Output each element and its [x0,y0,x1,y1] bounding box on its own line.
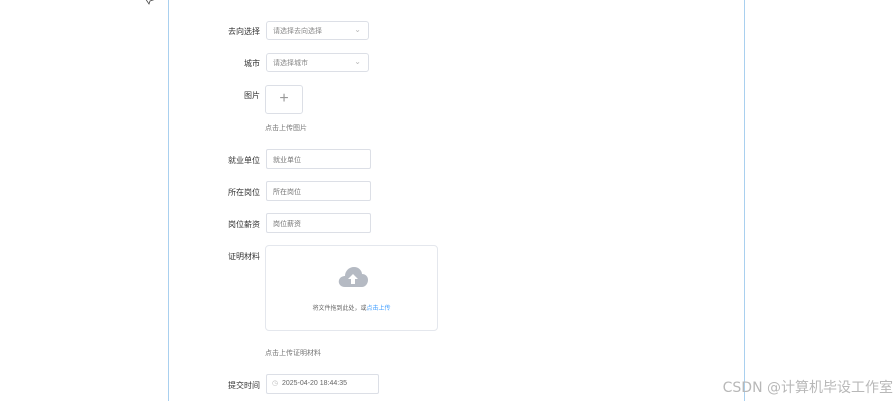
proof-label: 证明材料 [228,252,260,261]
employer-input[interactable]: 就业单位 [266,149,371,169]
image-upload-hint: 点击上传图片 [265,125,307,132]
position-input-placeholder: 所在岗位 [273,189,301,196]
proof-upload-hint: 点击上传证明材料 [265,350,321,357]
salary-input-placeholder: 岗位薪资 [273,221,301,228]
plus-icon: + [279,90,289,107]
chevron-down-icon: ⌄ [354,57,361,66]
proof-upload-dragger[interactable]: 将文件拖到此处，或点击上传 [265,245,438,331]
city-select[interactable]: 请选择城市 ⌄ [266,53,369,72]
proof-upload-link[interactable]: 点击上传 [367,306,391,312]
proof-drag-instruction: 将文件拖到此处，或 [312,306,367,312]
direction-select[interactable]: 请选择去向选择 ⌄ [266,21,369,40]
direction-label: 去向选择 [228,27,260,36]
city-label: 城市 [244,59,260,68]
direction-select-placeholder: 请选择去向选择 [273,28,322,35]
image-upload-button[interactable]: + [265,85,303,114]
salary-label: 岗位薪资 [228,220,260,229]
submit-time-value: 2025-04-20 18:44:35 [282,380,347,387]
employer-input-placeholder: 就业单位 [273,157,301,164]
position-input[interactable]: 所在岗位 [266,181,371,201]
position-label: 所在岗位 [228,188,260,197]
proof-drag-text: 将文件拖到此处，或点击上传 [266,303,437,312]
chevron-down-icon: ⌄ [354,25,361,34]
employer-label: 就业单位 [228,156,260,165]
frame-right-border [744,0,745,401]
image-label: 图片 [244,91,260,100]
city-select-placeholder: 请选择城市 [273,60,308,67]
submit-time-label: 提交时间 [228,381,260,390]
submit-time-datepicker[interactable]: ◷ 2025-04-20 18:44:35 [266,374,379,394]
clock-icon: ◷ [272,380,279,387]
salary-input[interactable]: 岗位薪资 [266,213,371,233]
watermark: CSDN @计算机毕设工作室 [722,380,893,396]
cloud-upload-icon [338,267,368,287]
mouse-cursor-icon [145,0,155,5]
frame-left-border [168,0,169,401]
